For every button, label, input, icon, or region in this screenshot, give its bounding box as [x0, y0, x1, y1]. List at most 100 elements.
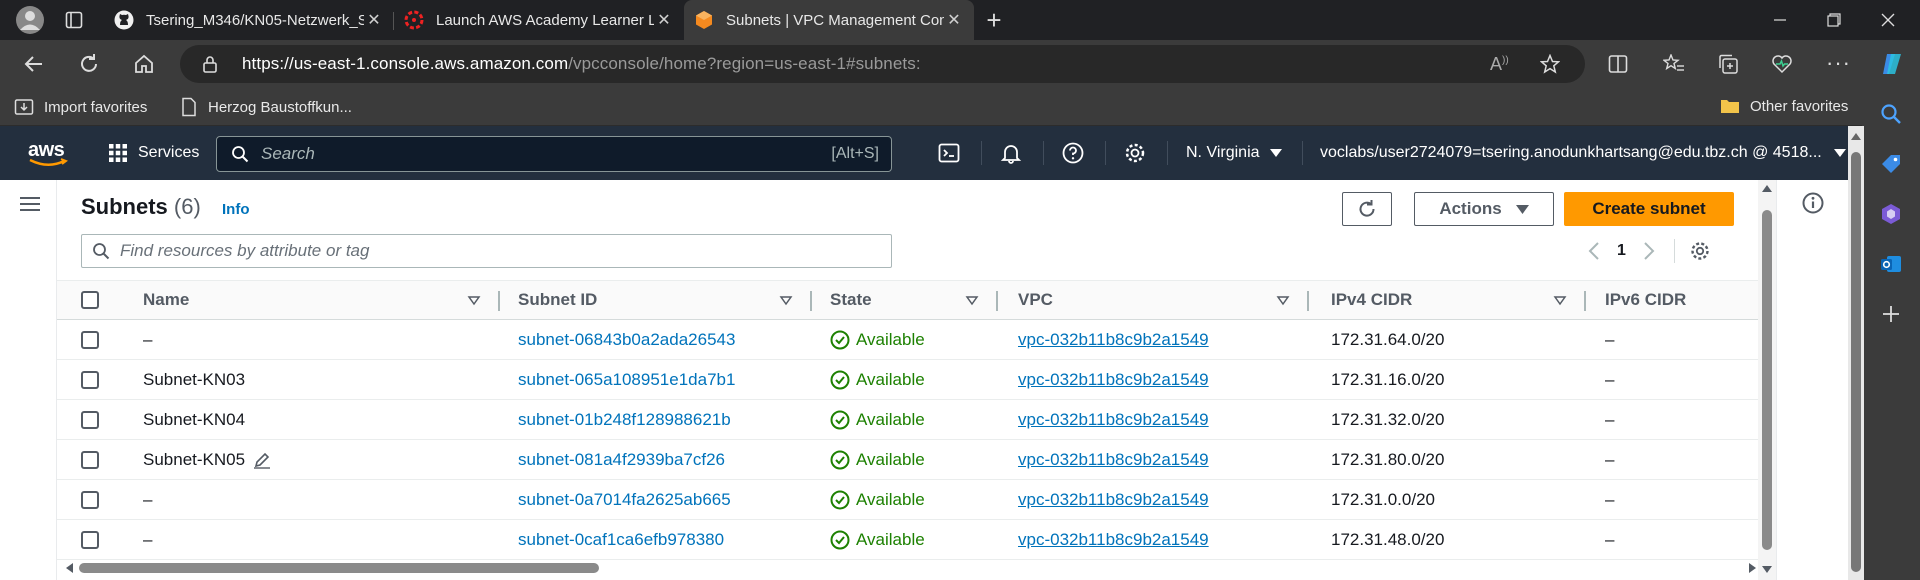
info-link[interactable]: Info — [222, 201, 250, 218]
tab-actions-icon[interactable] — [60, 0, 88, 40]
settings-more-icon[interactable]: ··· — [1826, 50, 1851, 76]
filter-input[interactable]: Find resources by attribute or tag — [81, 234, 892, 268]
aws-logo[interactable]: aws — [28, 139, 68, 168]
add-icon[interactable] — [1879, 302, 1903, 326]
info-circle-icon[interactable] — [1802, 192, 1824, 214]
sort-caret-icon[interactable] — [467, 294, 481, 308]
column-resizer[interactable] — [498, 291, 500, 311]
search-icon[interactable] — [1879, 102, 1903, 126]
profile-avatar[interactable] — [0, 0, 60, 40]
table-row[interactable]: Subnet-KN03 subnet-065a108951e1da7b1 Ava… — [57, 360, 1759, 400]
horizontal-scroll-thumb[interactable] — [79, 563, 599, 573]
other-favorites[interactable]: Other favorites — [1720, 97, 1848, 115]
row-checkbox[interactable] — [81, 480, 99, 519]
close-tab-icon[interactable]: ✕ — [364, 10, 384, 30]
collections-icon[interactable] — [1717, 53, 1739, 75]
close-window-icon[interactable] — [1865, 0, 1911, 40]
browser-essentials-icon[interactable] — [1771, 53, 1793, 75]
column-resizer[interactable] — [1584, 291, 1586, 311]
scroll-left-icon[interactable] — [65, 563, 75, 573]
column-header-subnet-id[interactable]: Subnet ID — [518, 281, 597, 319]
copilot-icon[interactable] — [1880, 51, 1906, 77]
row-checkbox[interactable] — [81, 360, 99, 399]
actions-button[interactable]: Actions — [1414, 192, 1554, 226]
cell-subnet-id-link[interactable]: subnet-065a108951e1da7b1 — [518, 360, 735, 399]
split-screen-icon[interactable] — [1608, 54, 1628, 74]
scroll-up-icon[interactable] — [1762, 184, 1772, 194]
browser-tab-github[interactable]: Tsering_M346/KN05-Netzwerk_S ✕ — [104, 0, 394, 40]
favorite-herzog[interactable]: Herzog Baustoffkun... — [180, 97, 352, 117]
refresh-icon[interactable] — [69, 44, 109, 84]
sort-caret-icon[interactable] — [1553, 294, 1567, 308]
page-scroll-thumb[interactable] — [1851, 152, 1861, 572]
home-icon[interactable] — [124, 44, 164, 84]
close-tab-icon[interactable]: ✕ — [654, 10, 674, 30]
region-selector[interactable]: N. Virginia — [1186, 126, 1282, 180]
cell-subnet-id-link[interactable]: subnet-0a7014fa2625ab665 — [518, 480, 731, 519]
sort-caret-icon[interactable] — [1276, 294, 1290, 308]
restore-icon[interactable] — [1811, 0, 1857, 40]
cell-subnet-id-link[interactable]: subnet-0caf1ca6efb978380 — [518, 520, 724, 559]
row-checkbox[interactable] — [81, 440, 99, 479]
vertical-scroll-thumb[interactable] — [1762, 210, 1772, 550]
horizontal-scrollbar[interactable] — [65, 560, 1759, 576]
page-scroll-up-icon[interactable] — [1851, 132, 1861, 140]
column-header-ipv4-cidr[interactable]: IPv4 CIDR — [1331, 281, 1412, 319]
row-checkbox[interactable] — [81, 400, 99, 439]
minimize-icon[interactable] — [1757, 0, 1803, 40]
cell-vpc-link[interactable]: vpc-032b11b8c9b2a1549 — [1018, 480, 1209, 519]
cell-subnet-id-link[interactable]: subnet-081a4f2939ba7cf26 — [518, 440, 725, 479]
page-scrollbar[interactable] — [1848, 126, 1864, 580]
column-resizer[interactable] — [1307, 291, 1309, 311]
notifications-bell-icon[interactable] — [999, 141, 1023, 165]
aws-search-input[interactable]: Search [Alt+S] — [216, 136, 892, 172]
browser-tab-subnets[interactable]: Subnets | VPC Management Con ✕ — [684, 0, 974, 40]
scroll-right-icon[interactable] — [1747, 563, 1757, 573]
help-icon[interactable] — [1061, 141, 1085, 165]
row-checkbox[interactable] — [81, 520, 99, 559]
column-header-vpc[interactable]: VPC — [1018, 281, 1053, 319]
new-tab-button[interactable]: + — [974, 0, 1014, 40]
address-bar[interactable]: https://us-east-1.console.aws.amazon.com… — [180, 45, 1585, 83]
cloudshell-icon[interactable] — [937, 141, 961, 165]
scroll-down-icon[interactable] — [1762, 564, 1772, 574]
cell-subnet-id-link[interactable]: subnet-06843b0a2ada26543 — [518, 320, 735, 359]
shopping-tag-icon[interactable] — [1879, 152, 1903, 176]
sort-caret-icon[interactable] — [779, 294, 793, 308]
vertical-scrollbar[interactable] — [1758, 180, 1776, 580]
favorite-star-icon[interactable] — [1540, 54, 1560, 74]
column-header-name[interactable]: Name — [143, 281, 189, 319]
create-subnet-button[interactable]: Create subnet — [1564, 192, 1734, 226]
read-aloud-icon[interactable]: A)) — [1490, 54, 1509, 75]
services-menu[interactable]: Services — [108, 126, 199, 180]
favorite-import[interactable]: Import favorites — [14, 97, 147, 117]
browser-tab-aws-academy[interactable]: Launch AWS Academy Learner La ✕ — [394, 0, 684, 40]
outlook-icon[interactable] — [1879, 252, 1903, 276]
table-row[interactable]: Subnet-KN05 subnet-081a4f2939ba7cf26 Ava… — [57, 440, 1759, 480]
edit-pencil-icon[interactable] — [253, 451, 271, 469]
refresh-button[interactable] — [1342, 192, 1392, 226]
back-icon[interactable] — [14, 44, 54, 84]
page-number[interactable]: 1 — [1617, 242, 1626, 260]
table-row[interactable]: – subnet-06843b0a2ada26543 Available vpc… — [57, 320, 1759, 360]
settings-gear-icon[interactable] — [1123, 141, 1147, 165]
close-tab-icon[interactable]: ✕ — [944, 10, 964, 30]
column-header-state[interactable]: State — [830, 281, 872, 319]
row-checkbox[interactable] — [81, 320, 99, 359]
select-all-checkbox[interactable] — [81, 281, 99, 319]
column-resizer[interactable] — [810, 291, 812, 311]
chevron-right-icon[interactable] — [1642, 241, 1656, 261]
chevron-left-icon[interactable] — [1587, 241, 1601, 261]
hamburger-menu-icon[interactable] — [20, 196, 40, 212]
m365-icon[interactable] — [1879, 202, 1903, 226]
cell-vpc-link[interactable]: vpc-032b11b8c9b2a1549 — [1018, 360, 1209, 399]
table-row[interactable]: – subnet-0caf1ca6efb978380 Available vpc… — [57, 520, 1759, 560]
cell-vpc-link[interactable]: vpc-032b11b8c9b2a1549 — [1018, 320, 1209, 359]
account-menu[interactable]: voclabs/user2724079=tsering.anodunkharts… — [1320, 126, 1846, 180]
preferences-gear-icon[interactable] — [1689, 240, 1711, 262]
cell-vpc-link[interactable]: vpc-032b11b8c9b2a1549 — [1018, 520, 1209, 559]
cell-subnet-id-link[interactable]: subnet-01b248f128988621b — [518, 400, 731, 439]
column-header-ipv6-cidr[interactable]: IPv6 CIDR — [1605, 281, 1686, 319]
cell-vpc-link[interactable]: vpc-032b11b8c9b2a1549 — [1018, 400, 1209, 439]
column-resizer[interactable] — [996, 291, 998, 311]
